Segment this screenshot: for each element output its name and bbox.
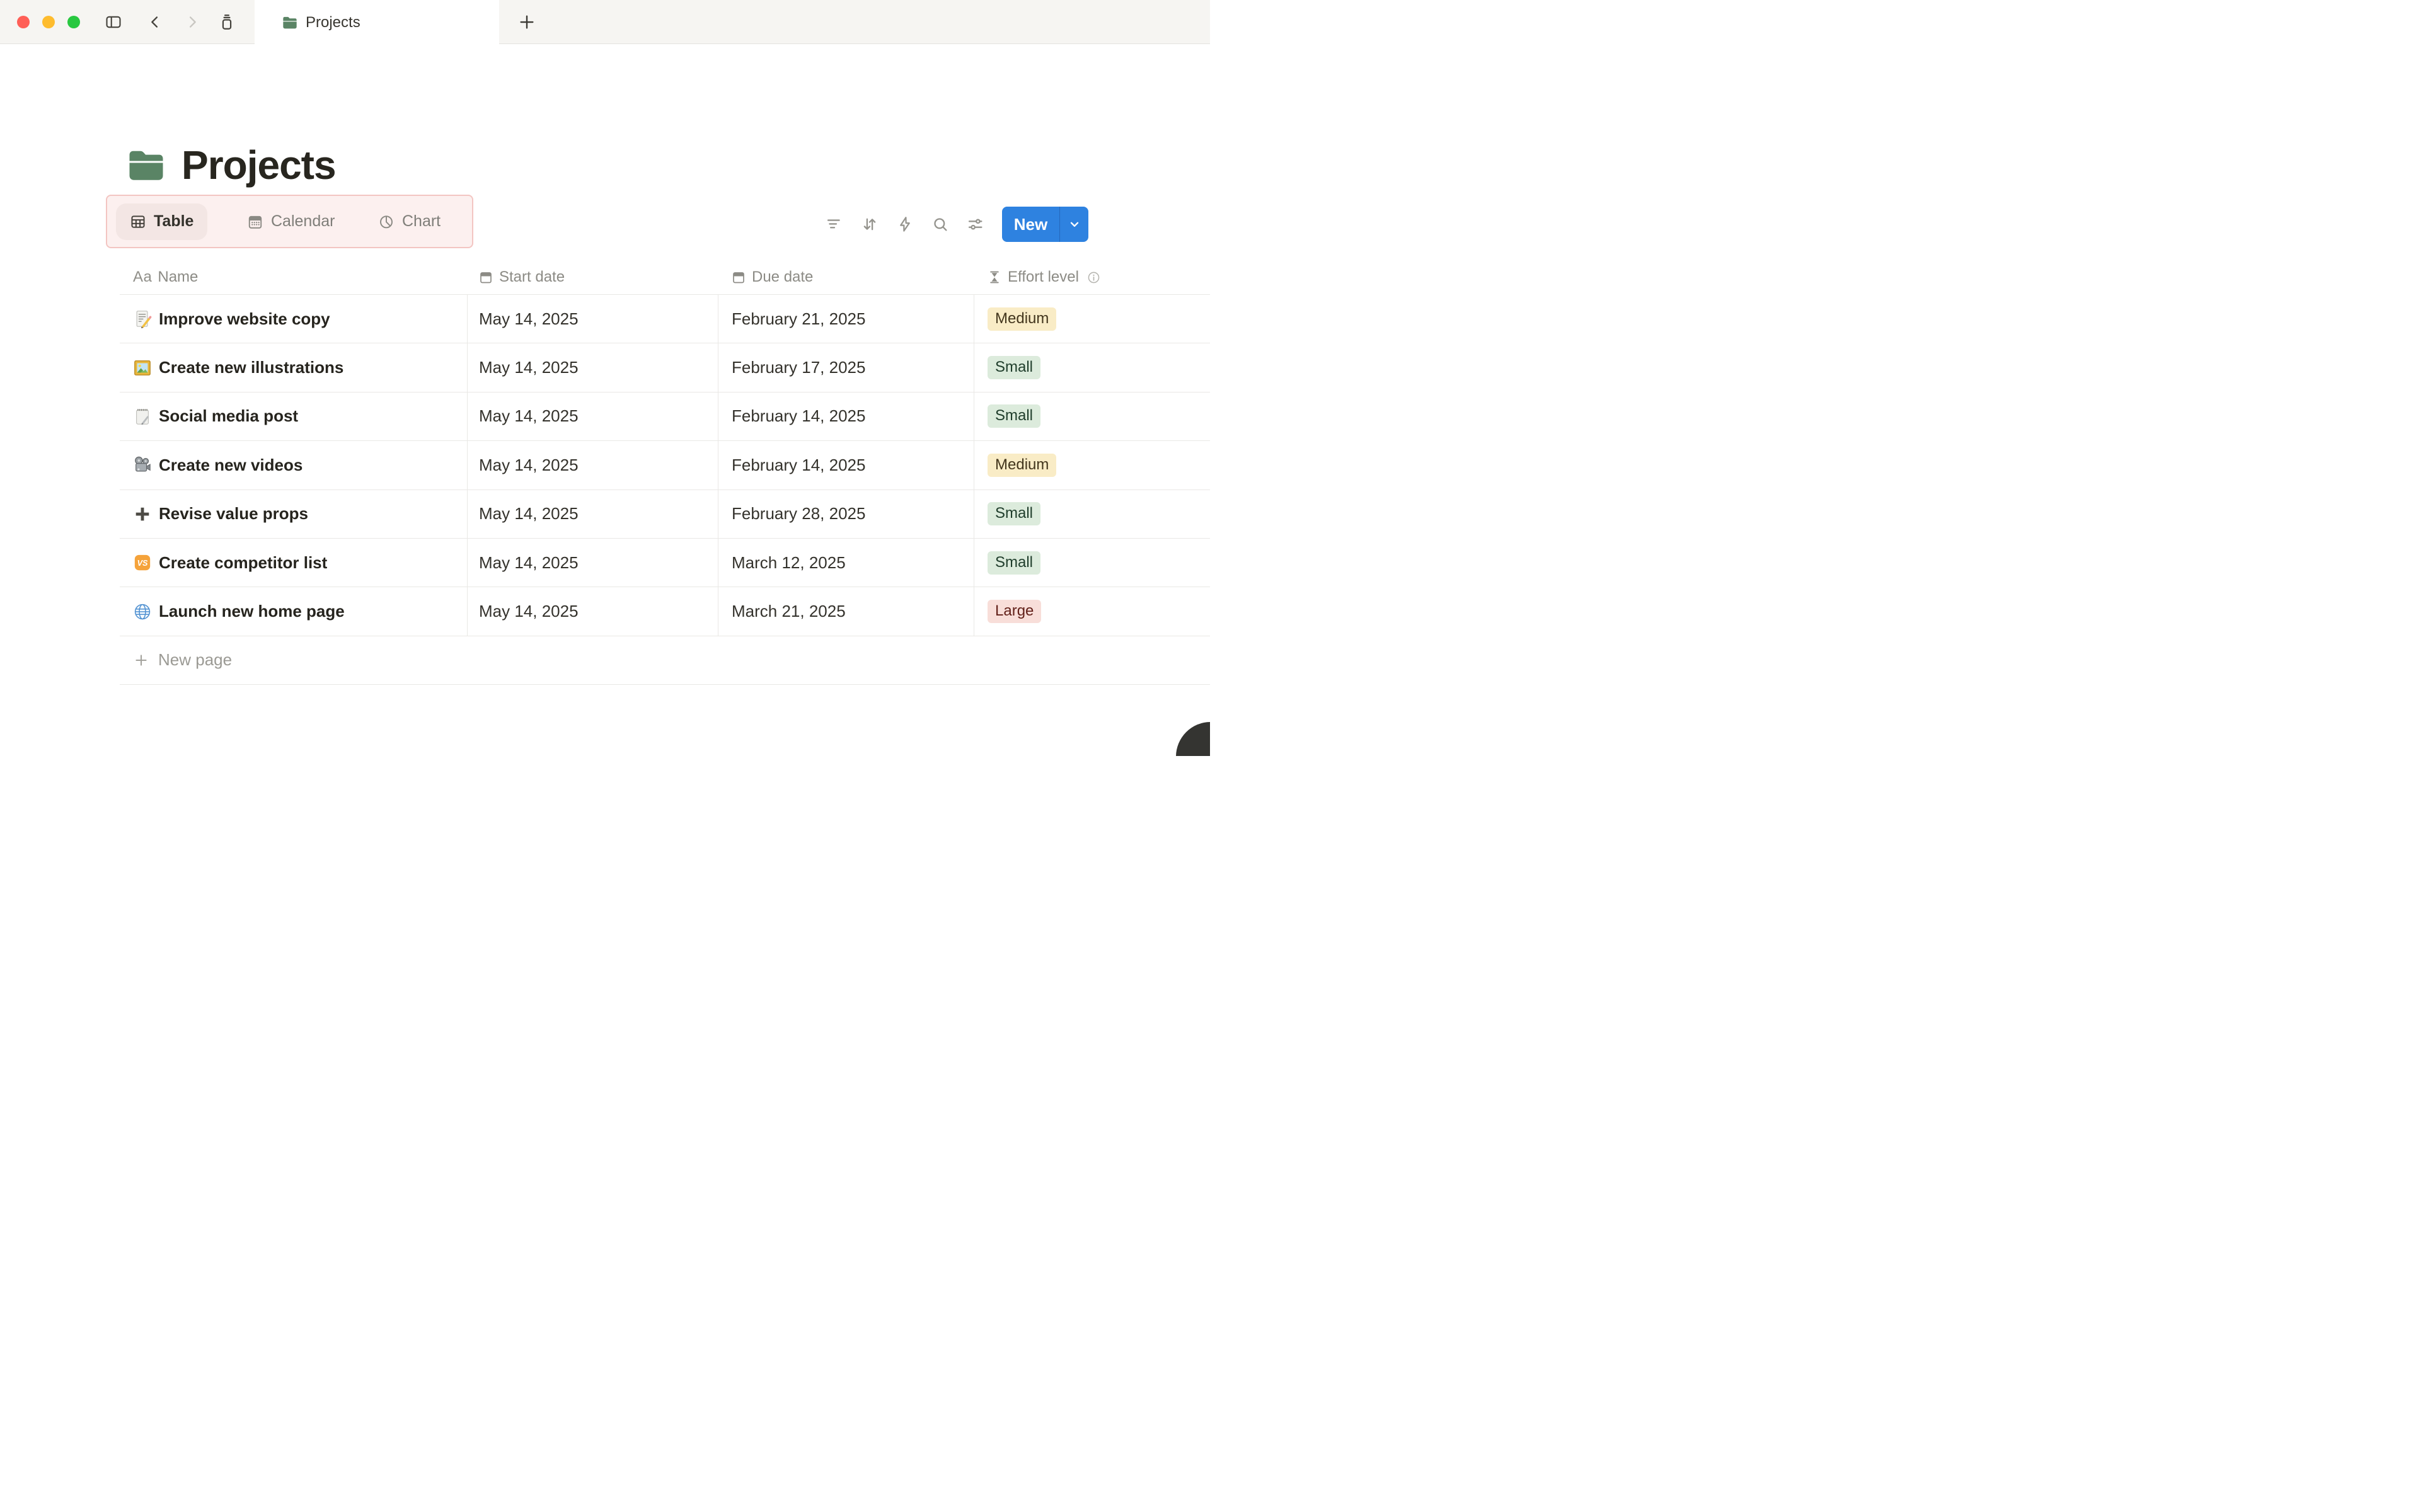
effort-badge[interactable]: Small: [988, 502, 1041, 526]
effort-badge[interactable]: Medium: [988, 453, 1057, 477]
effort-badge[interactable]: Large: [988, 600, 1042, 624]
table-row[interactable]: Create new videos May 14, 2025 February …: [120, 441, 1210, 490]
row-start-date[interactable]: May 14, 2025: [479, 602, 579, 621]
row-name[interactable]: Create new illustrations: [159, 358, 343, 377]
text-type-icon: Aa: [133, 268, 153, 285]
column-header-due-date[interactable]: Due date: [718, 260, 974, 294]
table-row[interactable]: VS Create competitor list May 14, 2025 M…: [120, 538, 1210, 588]
table-row[interactable]: Create new illustrations May 14, 2025 Fe…: [120, 343, 1210, 392]
vs-button-icon: VS: [133, 553, 152, 572]
spiral-notepad-icon: [133, 407, 152, 426]
calendar-view-icon: [248, 215, 262, 229]
column-header-name[interactable]: Aa Name: [120, 260, 467, 294]
effort-badge[interactable]: Small: [988, 404, 1041, 428]
table-body: Improve website copy May 14, 2025 Februa…: [120, 295, 1210, 636]
search-icon[interactable]: [931, 215, 949, 233]
column-label: Effort level: [1008, 268, 1079, 285]
row-start-date[interactable]: May 14, 2025: [479, 553, 579, 573]
row-name[interactable]: Create competitor list: [159, 553, 327, 573]
table-view-icon: [131, 215, 145, 228]
column-label: Due date: [752, 268, 814, 285]
new-button[interactable]: New: [1002, 207, 1059, 242]
effort-badge[interactable]: Medium: [988, 307, 1057, 331]
row-due-date[interactable]: March 21, 2025: [732, 602, 846, 621]
row-due-date[interactable]: February 21, 2025: [732, 309, 865, 329]
row-due-date[interactable]: February 17, 2025: [732, 358, 865, 377]
sidebar-toggle-icon[interactable]: [102, 0, 125, 44]
calendar-icon: [480, 272, 492, 284]
new-tab-button[interactable]: [509, 0, 544, 44]
table-row[interactable]: Improve website copy May 14, 2025 Februa…: [120, 295, 1210, 344]
row-start-date[interactable]: May 14, 2025: [479, 309, 579, 329]
filter-icon[interactable]: [826, 215, 843, 233]
new-button-group: New: [1002, 207, 1088, 242]
column-header-effort-level[interactable]: Effort level: [974, 260, 1210, 294]
view-switcher-highlight: Table Calendar Chart: [106, 195, 473, 248]
notion-window: Projects Projects Table Calendar Chart N…: [0, 0, 1210, 756]
chevron-down-icon: [1070, 222, 1078, 227]
info-icon[interactable]: [1086, 270, 1101, 285]
plus-icon: [135, 655, 147, 666]
view-table-label: Table: [154, 212, 194, 230]
view-calendar-label: Calendar: [271, 212, 335, 230]
forward-icon[interactable]: [181, 0, 204, 44]
hourglass-icon: [990, 271, 999, 284]
window-tab-bar: Projects: [0, 0, 1210, 45]
row-name[interactable]: Improve website copy: [159, 309, 330, 329]
tab-view-chart[interactable]: Chart: [378, 212, 441, 231]
new-page-label: New page: [158, 650, 233, 670]
row-due-date[interactable]: February 28, 2025: [732, 504, 865, 524]
new-dropdown-button[interactable]: [1059, 207, 1088, 242]
automation-icon[interactable]: [896, 215, 914, 233]
row-start-date[interactable]: May 14, 2025: [479, 358, 579, 377]
table-row[interactable]: Revise value props May 14, 2025 February…: [120, 490, 1210, 539]
minimize-window-button[interactable]: [42, 16, 55, 28]
sort-icon[interactable]: [861, 215, 879, 233]
row-start-date[interactable]: May 14, 2025: [479, 504, 579, 524]
projects-table: Aa Name Start date Due date Effort level…: [120, 260, 1210, 685]
row-name[interactable]: Launch new home page: [159, 602, 345, 621]
page-header: Projects: [127, 142, 337, 188]
effort-badge[interactable]: Small: [988, 356, 1041, 380]
back-icon[interactable]: [144, 0, 166, 44]
row-start-date[interactable]: May 14, 2025: [479, 455, 579, 475]
tab-view-calendar[interactable]: Calendar: [247, 212, 335, 231]
close-window-button[interactable]: [17, 16, 30, 28]
column-label: Start date: [499, 268, 565, 285]
row-start-date[interactable]: May 14, 2025: [479, 406, 579, 426]
movie-camera-icon: [133, 455, 152, 474]
traffic-lights: [17, 0, 80, 44]
row-due-date[interactable]: February 14, 2025: [732, 455, 865, 475]
row-due-date[interactable]: March 12, 2025: [732, 553, 846, 573]
table-row[interactable]: Social media post May 14, 2025 February …: [120, 392, 1210, 442]
plus-icon: [133, 505, 152, 524]
tab-label: Projects: [306, 13, 360, 31]
history-icon[interactable]: [216, 0, 238, 44]
row-name[interactable]: Revise value props: [159, 504, 308, 524]
zoom-window-button[interactable]: [67, 16, 80, 28]
tab-view-table[interactable]: Table: [116, 203, 208, 240]
calendar-icon: [733, 272, 744, 284]
page-title: Projects: [182, 142, 337, 188]
chart-view-icon: [380, 215, 393, 228]
row-name[interactable]: Social media post: [159, 406, 298, 426]
view-options-icon[interactable]: [967, 215, 984, 233]
memo-icon: [133, 309, 152, 329]
tab-projects[interactable]: Projects: [255, 0, 499, 45]
row-name[interactable]: Create new videos: [159, 455, 302, 475]
corner-overlay-dot: [1176, 722, 1210, 756]
framed-picture-icon: [133, 358, 152, 377]
svg-text:VS: VS: [137, 559, 148, 568]
new-page-row[interactable]: New page: [120, 636, 1210, 685]
row-due-date[interactable]: February 14, 2025: [732, 406, 865, 426]
globe-icon: [133, 602, 152, 621]
effort-badge[interactable]: Small: [988, 551, 1041, 575]
folder-icon: [283, 16, 297, 28]
column-label: Name: [158, 268, 199, 285]
view-chart-label: Chart: [402, 212, 441, 230]
page-folder-icon: [129, 151, 163, 180]
table-header-row: Aa Name Start date Due date Effort level: [120, 260, 1210, 295]
column-header-start-date[interactable]: Start date: [467, 260, 718, 294]
table-row[interactable]: Launch new home page May 14, 2025 March …: [120, 587, 1210, 636]
